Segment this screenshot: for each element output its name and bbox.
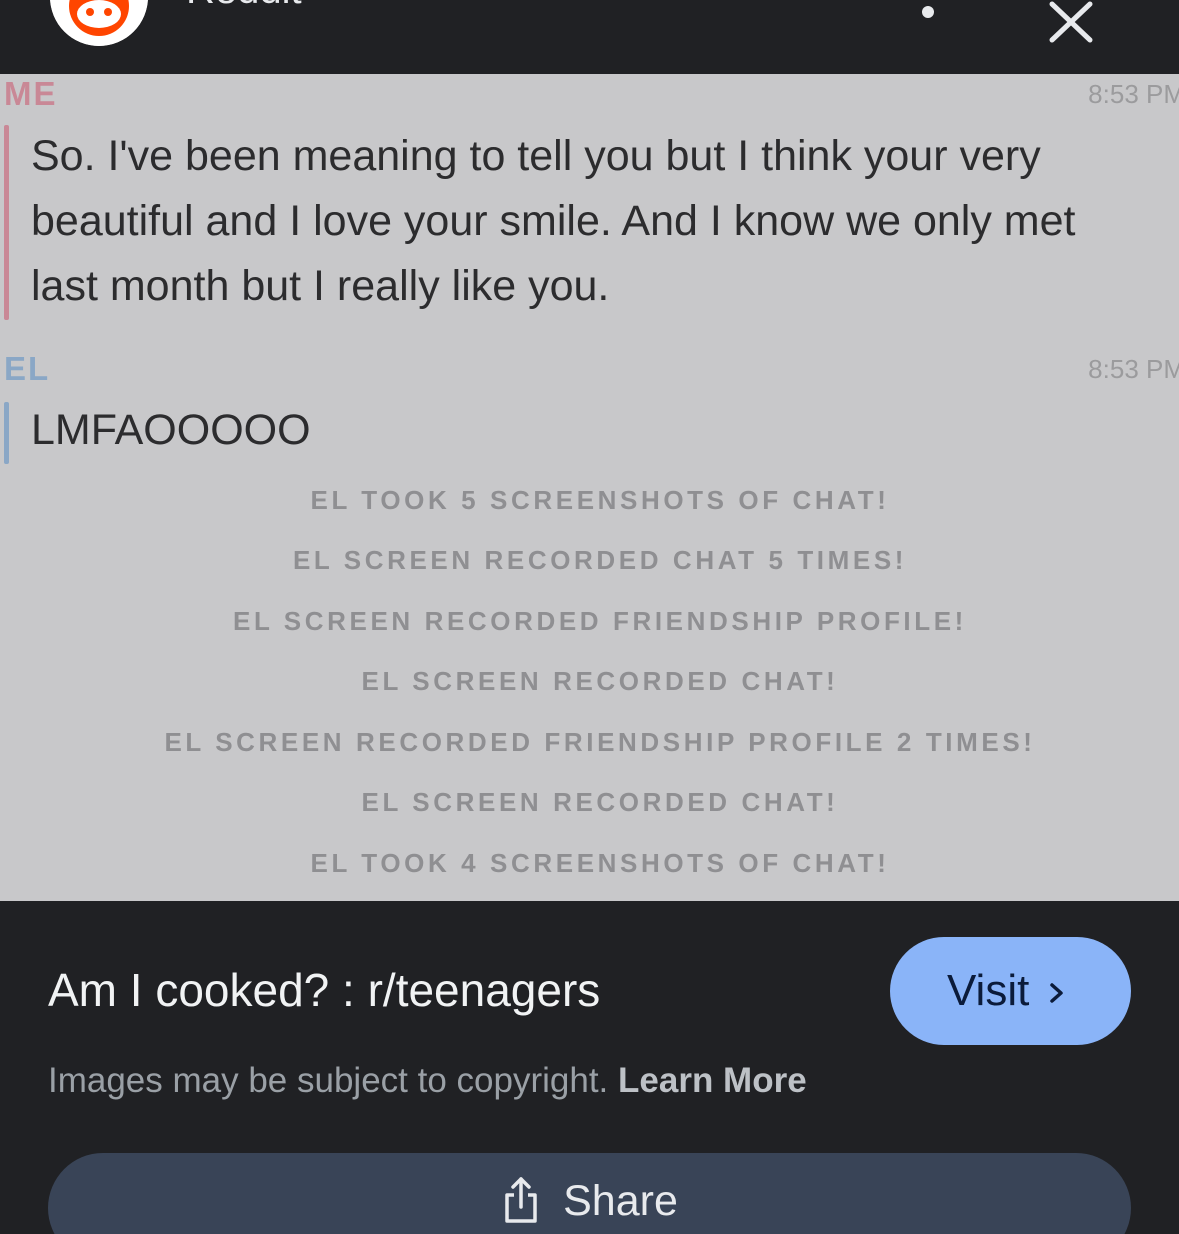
chat-notice: EL SCREEN RECORDED FRIENDSHIP PROFILE 2 …	[164, 727, 1036, 757]
chat-notice: EL SCREEN RECORDED CHAT!	[361, 666, 839, 696]
copyright-text: Images may be subject to copyright.	[48, 1061, 609, 1100]
close-icon[interactable]	[1040, 0, 1102, 44]
share-icon	[505, 1177, 537, 1223]
message-accent-bar	[4, 125, 9, 320]
message-time: 8:53 PM	[1088, 79, 1179, 109]
viewer-top-bar: Reddit	[0, 0, 1179, 74]
chat-notice: EL TOOK 5 SCREENSHOTS OF CHAT!	[310, 485, 890, 515]
learn-more-link[interactable]: Learn More	[618, 1061, 807, 1100]
copyright-notice: Images may be subject to copyright. Lear…	[48, 1060, 807, 1102]
message-line: LMFAOOOOO	[31, 406, 311, 454]
share-button[interactable]: Share	[48, 1153, 1131, 1234]
message-line: last month but I really like you.	[31, 262, 610, 310]
chevron-right-icon	[1050, 983, 1064, 1003]
message-line: beautiful and I love your smile. And I k…	[31, 197, 1076, 245]
chat-notice: EL SCREEN RECORDED CHAT 5 TIMES!	[292, 545, 908, 575]
message-accent-bar	[4, 402, 9, 464]
message-time: 8:53 PM	[1088, 354, 1179, 384]
share-label: Share	[563, 1177, 678, 1225]
sender-label-me: ME	[4, 75, 58, 112]
chat-notice: EL SCREEN RECORDED FRIENDSHIP PROFILE!	[233, 606, 967, 636]
site-name: Reddit	[186, 0, 302, 10]
message-text-el: LMFAOOOOO	[31, 398, 1179, 463]
sender-label-el: EL	[4, 350, 51, 387]
visit-label: Visit	[947, 966, 1030, 1015]
message-text-me: So. I've been meaning to tell you but I …	[31, 124, 1179, 319]
chat-notice: EL TOOK 4 SCREENSHOTS OF CHAT!	[310, 848, 890, 878]
chat-screenshot-image[interactable]: ME 8:53 PM So. I've been meaning to tell…	[0, 74, 1179, 901]
visit-button[interactable]: Visit	[890, 937, 1131, 1045]
image-viewer: Reddit ME 8:53 PM So. I've been meaning …	[0, 0, 1179, 1234]
result-title[interactable]: Am I cooked? : r/teenagers	[48, 962, 600, 1018]
message-line: So. I've been meaning to tell you but I …	[31, 132, 1041, 180]
chat-notice: EL SCREEN RECORDED CHAT!	[361, 787, 839, 817]
reddit-logo-icon	[50, 0, 148, 46]
more-vert-icon[interactable]	[906, 0, 950, 40]
